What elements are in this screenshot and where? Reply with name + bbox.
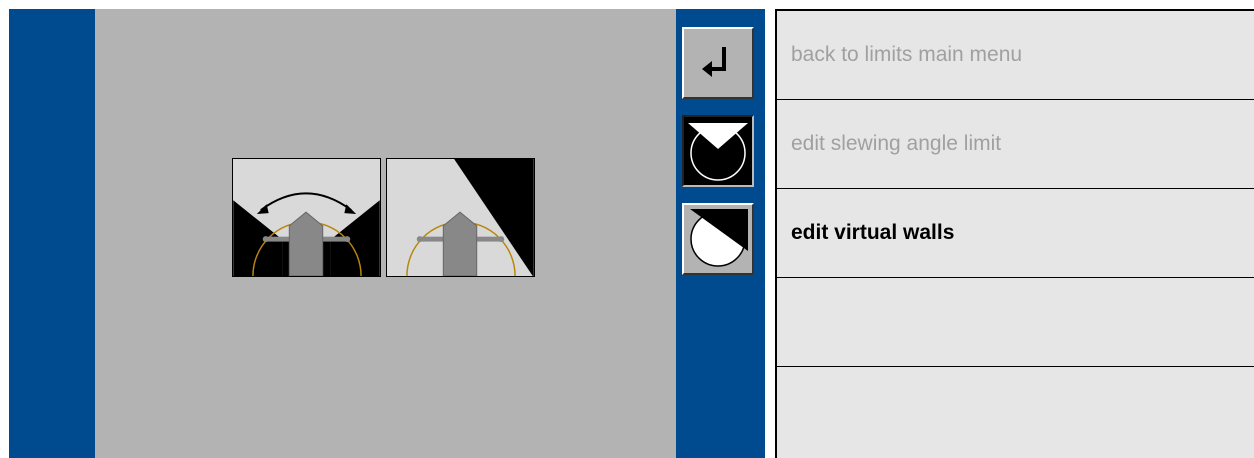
virtual-wall-icon <box>387 159 534 276</box>
menu-item-edit-virtual-walls[interactable]: edit virtual walls <box>777 189 1254 278</box>
slewing-angle-icon <box>233 159 380 276</box>
limits-content-area <box>95 9 676 458</box>
virtual-wall-illustration <box>386 158 535 277</box>
menu-item-empty <box>777 367 1254 456</box>
menu-item-empty <box>777 278 1254 367</box>
menu-item-label: edit slewing angle limit <box>791 132 1002 155</box>
crane-display-screen <box>9 9 765 458</box>
back-softkey-button[interactable] <box>682 27 754 99</box>
virtual-wall-icon <box>690 209 748 267</box>
menu-item-edit-slewing-angle[interactable]: edit slewing angle limit <box>777 100 1254 189</box>
menu-item-label: edit virtual walls <box>791 221 955 244</box>
limits-menu: back to limits main menu edit slewing an… <box>775 9 1254 458</box>
slewing-angle-limit-icon <box>686 119 750 183</box>
menu-item-back-to-limits[interactable]: back to limits main menu <box>777 11 1254 100</box>
menu-item-label: back to limits main menu <box>791 43 1023 66</box>
slewing-angle-illustration <box>232 158 381 277</box>
slewing-angle-softkey-button[interactable] <box>682 115 754 187</box>
virtual-walls-softkey-button[interactable] <box>682 203 754 275</box>
return-arrow-icon <box>702 47 726 77</box>
